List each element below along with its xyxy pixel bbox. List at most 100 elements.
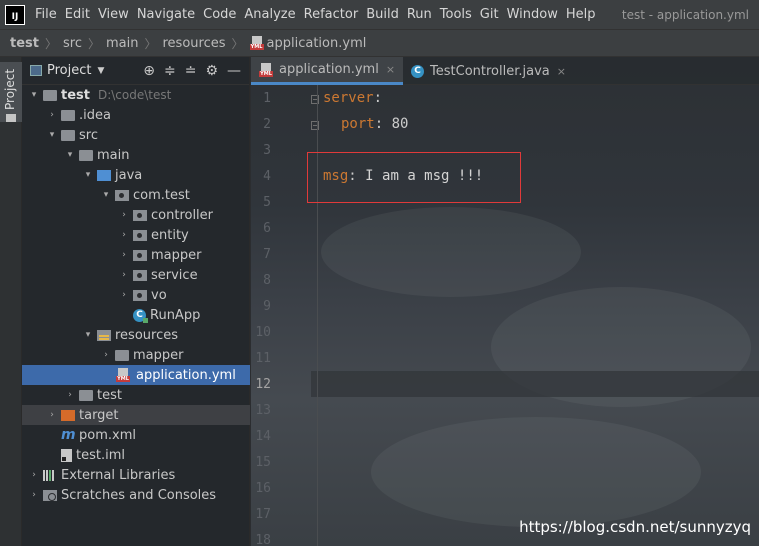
tree-item-mapper-folder[interactable]: › mapper: [22, 345, 250, 365]
menu-navigate[interactable]: Navigate: [133, 7, 199, 22]
chevron-right-icon[interactable]: ›: [118, 230, 130, 240]
tree-item-label: main: [97, 147, 130, 163]
tab-testcontroller-java[interactable]: C TestController.java ×: [403, 57, 574, 85]
excluded-folder-icon: [61, 409, 75, 421]
tree-item-test-iml[interactable]: test.iml: [22, 445, 250, 465]
menu-code[interactable]: Code: [199, 7, 240, 22]
line-number: 14: [255, 429, 271, 444]
menu-analyze[interactable]: Analyze: [240, 7, 299, 22]
highlight-annotation-box: [307, 152, 521, 203]
editor[interactable]: YML application.yml × C TestController.j…: [251, 57, 759, 546]
yaml-key: port: [341, 116, 375, 132]
tree-item-test-folder[interactable]: › test: [22, 385, 250, 405]
minimize-icon[interactable]: —: [227, 63, 241, 79]
menu-refactor[interactable]: Refactor: [300, 7, 363, 22]
breadcrumb-src[interactable]: src: [63, 36, 82, 51]
tree-item-label: java: [115, 167, 143, 183]
breadcrumb-main[interactable]: main: [106, 36, 138, 51]
chevron-right-icon[interactable]: ›: [118, 290, 130, 300]
breadcrumb-resources[interactable]: resources: [163, 36, 226, 51]
chevron-down-icon[interactable]: ▼: [97, 66, 104, 76]
tree-item-label: RunApp: [150, 307, 201, 323]
tree-item-label: entity: [151, 227, 189, 243]
chevron-right-icon: 〉: [44, 36, 57, 51]
tree-item-scratches[interactable]: › Scratches and Consoles: [22, 485, 250, 505]
tree-item-label: vo: [151, 287, 167, 303]
chevron-right-icon[interactable]: ›: [100, 350, 112, 360]
expand-all-icon[interactable]: ≑: [164, 63, 176, 79]
tree-item-runapp[interactable]: C RunApp: [22, 305, 250, 325]
line-number: 4: [263, 169, 271, 184]
breadcrumb-application-yml-label: application.yml: [266, 35, 367, 51]
line-number-gutter: 1 2 3 4 5 6 7 8 9 10 11 12 13 14 15 16 1…: [251, 85, 319, 546]
tree-item-com-test[interactable]: ▾ com.test: [22, 185, 250, 205]
chevron-right-icon[interactable]: ›: [46, 410, 58, 420]
folder-icon: [79, 149, 93, 161]
project-tool-tab[interactable]: Project: [0, 62, 22, 122]
chevron-right-icon[interactable]: ›: [28, 490, 40, 500]
menu-tools[interactable]: Tools: [436, 7, 476, 22]
tree-item-external-libraries[interactable]: › External Libraries: [22, 465, 250, 485]
code-line-1[interactable]: server:: [323, 90, 382, 106]
menu-file[interactable]: File: [31, 7, 61, 22]
tree-item-java[interactable]: ▾ java: [22, 165, 250, 185]
yml-file-icon: YML: [249, 36, 264, 50]
tree-item-mapper-package[interactable]: › mapper: [22, 245, 250, 265]
menu-view[interactable]: View: [94, 7, 133, 22]
menu-run[interactable]: Run: [403, 7, 436, 22]
chevron-down-icon[interactable]: ▾: [82, 330, 94, 340]
tree-item-main[interactable]: ▾ main: [22, 145, 250, 165]
chevron-right-icon: 〉: [231, 36, 244, 51]
project-panel-header: Project ▼ ⊕ ≑ ≐ ⚙ —: [22, 57, 249, 85]
project-view-selector[interactable]: Project: [47, 63, 91, 78]
watermark: https://blog.csdn.net/sunnyzyq: [519, 518, 751, 536]
yml-file-icon: YML: [116, 368, 130, 382]
chevron-right-icon[interactable]: ›: [64, 390, 76, 400]
close-icon[interactable]: ×: [386, 63, 395, 76]
menu-edit[interactable]: Edit: [61, 7, 94, 22]
breadcrumb-application-yml[interactable]: YML application.yml: [249, 35, 367, 51]
menu-bar: IJ File Edit View Navigate Code Analyze …: [0, 0, 759, 29]
tree-item-target[interactable]: › target: [22, 405, 250, 425]
chevron-right-icon[interactable]: ›: [118, 210, 130, 220]
tree-item-pom-xml[interactable]: m pom.xml: [22, 425, 250, 445]
tree-item-application-yml[interactable]: YML application.yml: [22, 365, 250, 385]
tree-item-test[interactable]: ▾ test D:\code\test: [22, 85, 250, 105]
chevron-right-icon: 〉: [144, 36, 157, 51]
tree-item-entity[interactable]: › entity: [22, 225, 250, 245]
tree-item-src[interactable]: ▾ src: [22, 125, 250, 145]
collapse-all-icon[interactable]: ≐: [185, 63, 197, 79]
tab-application-yml[interactable]: YML application.yml ×: [251, 57, 404, 85]
line-number-current: 12: [255, 377, 271, 392]
chevron-down-icon[interactable]: ▾: [28, 90, 40, 100]
gear-icon[interactable]: ⚙: [205, 63, 218, 79]
package-icon: [133, 249, 147, 261]
menu-help[interactable]: Help: [562, 7, 600, 22]
line-number: 2: [263, 117, 271, 132]
chevron-down-icon[interactable]: ▾: [46, 130, 58, 140]
chevron-right-icon[interactable]: ›: [118, 270, 130, 280]
chevron-right-icon[interactable]: ›: [46, 110, 58, 120]
project-panel-tools: ⊕ ≑ ≐ ⚙ —: [143, 63, 249, 79]
code-line-2[interactable]: port: 80: [341, 116, 408, 132]
breadcrumb-test[interactable]: test: [10, 36, 39, 51]
tree-item-resources[interactable]: ▾ resources: [22, 325, 250, 345]
tree-item-label: test.iml: [76, 447, 125, 463]
menu-git[interactable]: Git: [476, 7, 503, 22]
chevron-down-icon[interactable]: ▾: [100, 190, 112, 200]
line-number: 1: [263, 91, 271, 106]
close-icon[interactable]: ×: [557, 65, 566, 78]
menu-build[interactable]: Build: [362, 7, 403, 22]
yaml-colon: :: [374, 116, 384, 132]
chevron-right-icon[interactable]: ›: [118, 250, 130, 260]
tree-item-service[interactable]: › service: [22, 265, 250, 285]
tree-item-idea[interactable]: › .idea: [22, 105, 250, 125]
tree-item-vo[interactable]: › vo: [22, 285, 250, 305]
tree-item-label: pom.xml: [79, 427, 136, 443]
menu-window[interactable]: Window: [503, 7, 562, 22]
locate-icon[interactable]: ⊕: [143, 63, 155, 79]
chevron-down-icon[interactable]: ▾: [64, 150, 76, 160]
chevron-down-icon[interactable]: ▾: [82, 170, 94, 180]
chevron-right-icon[interactable]: ›: [28, 470, 40, 480]
tree-item-controller[interactable]: › controller: [22, 205, 250, 225]
